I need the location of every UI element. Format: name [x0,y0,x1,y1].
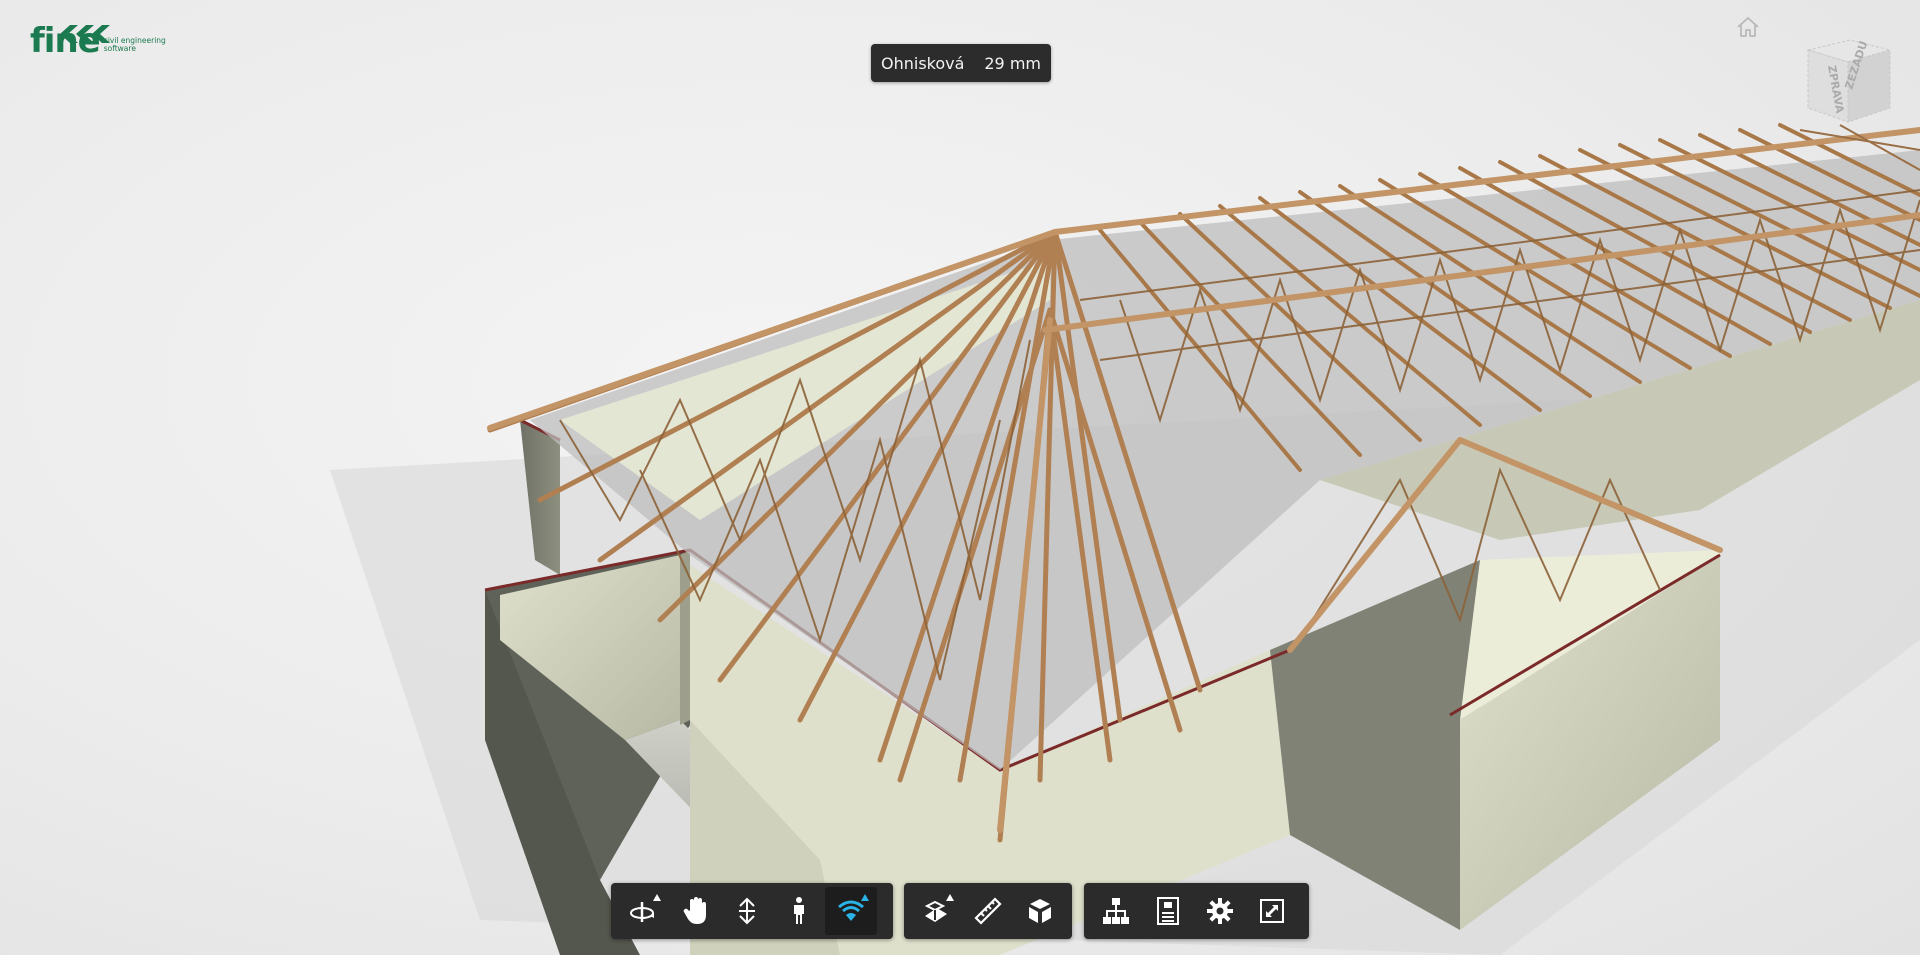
zoom-button[interactable] [721,887,773,935]
explode-button[interactable] [1014,887,1066,935]
fly-menu-arrow[interactable] [861,894,869,901]
fly-button[interactable] [825,887,877,935]
orbit-menu-arrow[interactable] [653,894,661,901]
model-tree-icon [1103,898,1129,924]
section-menu-arrow[interactable] [946,894,954,901]
measure-button[interactable] [962,887,1014,935]
explode-cube-icon [1029,899,1051,923]
pan-hand-icon [683,897,706,924]
model-tree-button[interactable] [1090,887,1142,935]
properties-icon [1157,897,1179,925]
fine-logo: fine civil engineering software [30,24,166,58]
pan-button[interactable] [669,887,721,935]
settings-toolbar [1084,883,1309,939]
settings-gear-icon [1207,898,1233,924]
walk-button[interactable] [773,887,825,935]
walk-person-icon [794,897,804,924]
fullscreen-icon [1260,899,1284,923]
home-icon[interactable] [1736,16,1760,38]
focal-length-value: 29 mm [984,53,1041,73]
focal-length-indicator[interactable]: Ohnisková 29 mm [871,44,1051,82]
zoom-vertical-icon [739,897,755,925]
3d-model-viewport[interactable] [0,0,1920,955]
focal-length-label: Ohnisková [881,53,965,73]
navigation-toolbar [611,883,893,939]
properties-button[interactable] [1142,887,1194,935]
fullscreen-button[interactable] [1246,887,1298,935]
section-button[interactable] [910,887,962,935]
tools-toolbar [904,883,1072,939]
measure-ruler-icon [974,897,1002,925]
logo-chevrons-icon [60,25,110,43]
orbit-button[interactable] [617,887,669,935]
view-cube[interactable]: ZPRAVA ZEZADU [1800,36,1896,128]
settings-button[interactable] [1194,887,1246,935]
